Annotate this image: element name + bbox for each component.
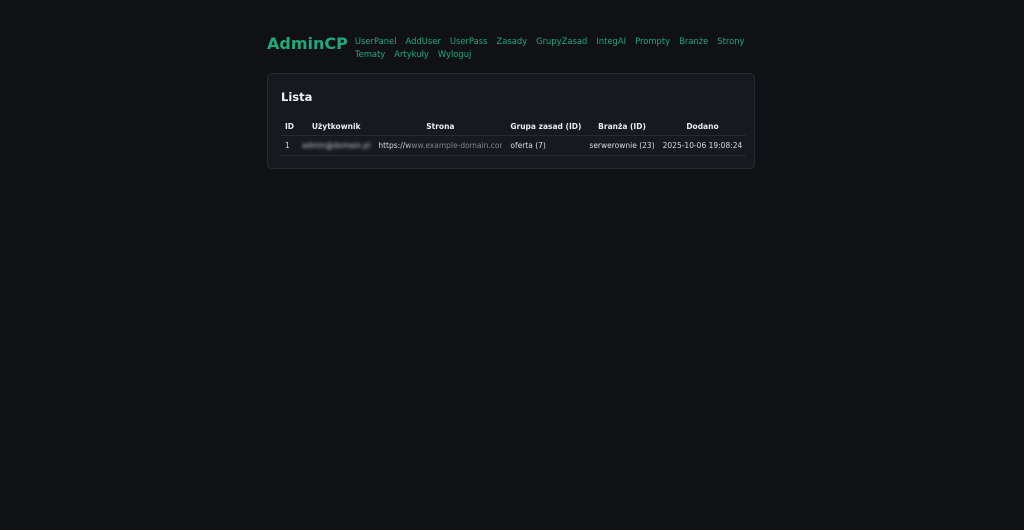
cell-site-text[interactable]: https://www.example-domain.com	[378, 141, 502, 150]
column-header-added: Dodano	[658, 117, 747, 136]
nav-tematy[interactable]: Tematy	[355, 48, 385, 61]
cell-industry: serwerownie (23)	[585, 135, 659, 156]
cell-id: 1	[281, 135, 299, 156]
cell-user: admin@domain.pl	[298, 135, 375, 156]
list-title: Lista	[281, 90, 313, 104]
table-header-row: ID Użytkownik Strona Grupa zasad (ID) Br…	[281, 117, 747, 136]
nav-integai[interactable]: IntegAI	[596, 35, 626, 48]
nav-zasady[interactable]: Zasady	[496, 35, 527, 48]
column-header-industry: Branża (ID)	[585, 117, 659, 136]
cell-site[interactable]: https://www.example-domain.com	[374, 135, 507, 156]
column-header-user: Użytkownik	[298, 117, 375, 136]
nav-userpanel[interactable]: UserPanel	[355, 35, 397, 48]
cell-rule-group: oferta (7)	[506, 135, 586, 156]
nav-strony[interactable]: Strony	[717, 35, 744, 48]
nav-grupyzasad[interactable]: GrupyZasad	[536, 35, 587, 48]
list-table: ID Użytkownik Strona Grupa zasad (ID) Br…	[281, 117, 747, 156]
top-nav: UserPanel AddUser UserPass Zasady GrupyZ…	[355, 34, 755, 60]
list-card: Lista ID Użytkownik Strona Grupa zasad (…	[267, 73, 755, 169]
nav-prompty[interactable]: Prompty	[635, 35, 670, 48]
nav-artykuly[interactable]: Artykuły	[394, 48, 429, 61]
column-header-id: ID	[281, 117, 299, 136]
cell-added: 2025-10-06 19:08:24	[658, 135, 747, 156]
nav-adduser[interactable]: AddUser	[406, 35, 441, 48]
column-header-rule-group: Grupa zasad (ID)	[506, 117, 586, 136]
table-row: 1 admin@domain.pl https://www.example-do…	[281, 135, 747, 156]
column-header-site: Strona	[374, 117, 507, 136]
nav-wyloguj[interactable]: Wyloguj	[438, 48, 472, 61]
nav-branze[interactable]: Branże	[679, 35, 708, 48]
brand-logo[interactable]: AdminCP	[267, 34, 348, 54]
header: AdminCP UserPanel AddUser UserPass Zasad…	[267, 34, 757, 60]
nav-userpass[interactable]: UserPass	[450, 35, 488, 48]
